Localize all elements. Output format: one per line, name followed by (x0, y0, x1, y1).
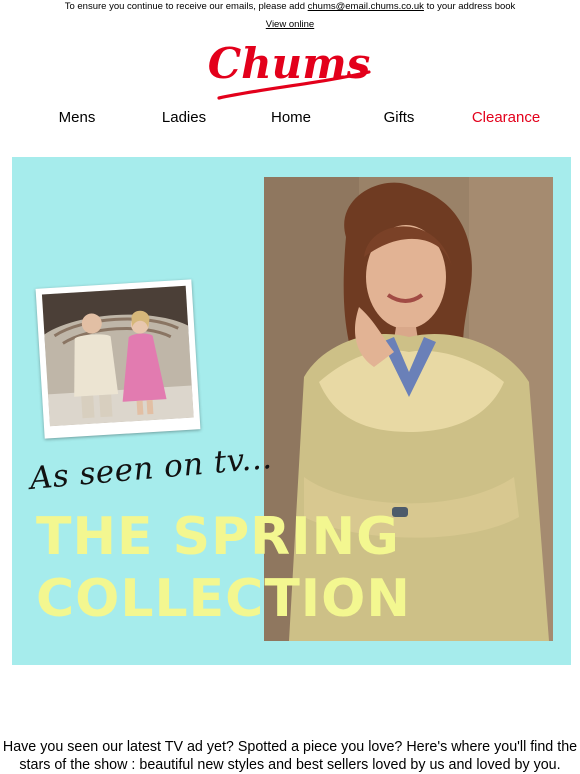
main-nav: Mens Ladies Home Gifts Clearance (0, 108, 580, 128)
tv-ad-couple-photo (41, 285, 194, 427)
view-online: View online (0, 19, 580, 30)
nav-item-clearance[interactable]: Clearance (466, 108, 546, 128)
nav-item-ladies[interactable]: Ladies (152, 108, 216, 128)
preheader-text: To ensure you continue to receive our em… (0, 0, 580, 13)
view-online-link[interactable]: View online (266, 19, 314, 30)
couple-illustration (41, 285, 194, 427)
nav-item-mens[interactable]: Mens (46, 108, 108, 128)
nav-item-gifts[interactable]: Gifts (368, 108, 430, 128)
preheader-email-link[interactable]: chums@email.chums.co.uk (308, 1, 424, 12)
preheader-text-after: to your address book (423, 1, 516, 12)
intro-paragraph: Have you seen our latest TV ad yet? Spot… (2, 739, 578, 773)
hero-headline-line1: THE SPRING (36, 507, 400, 567)
chums-logo[interactable]: Chums (205, 39, 375, 104)
as-seen-on-tv-script: As seen on tv... (28, 439, 274, 497)
logo-wordmark: Chums (208, 44, 371, 88)
chums-logo-mark: Chums (208, 39, 371, 100)
tv-ad-photo-frame (35, 279, 201, 439)
nav-item-home[interactable]: Home (260, 108, 322, 128)
hero-headline-line2: COLLECTION (36, 569, 411, 629)
preheader-text-before: To ensure you continue to receive our em… (64, 1, 308, 12)
hero-banner[interactable]: As seen on tv... THE SPRING COLLECTION (12, 157, 571, 665)
